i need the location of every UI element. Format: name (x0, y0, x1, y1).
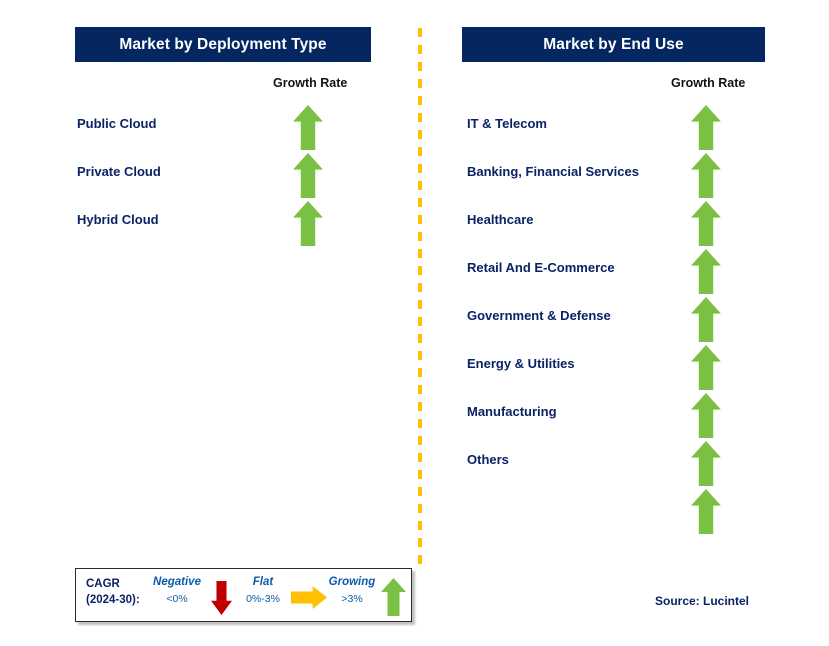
trend-indicator (691, 441, 721, 486)
row-label: Energy & Utilities (467, 356, 575, 371)
legend-negative-value: <0% (166, 593, 188, 605)
row-label: Manufacturing (467, 404, 557, 419)
arrow-up-icon (691, 201, 721, 246)
legend-flat-title: Flat (252, 576, 274, 588)
deployment-type-panel: Market by Deployment Type Growth Rate Pu… (0, 0, 410, 646)
trend-indicator (691, 249, 721, 294)
row-label: Banking, Financial Services (467, 164, 639, 179)
legend-entry-negative: Negative <0% (141, 573, 213, 607)
legend-growing-title: Growing (328, 576, 376, 588)
row-label: Healthcare (467, 212, 534, 227)
arrow-up-icon (691, 105, 721, 150)
legend-negative-title: Negative (153, 576, 201, 588)
trend-indicator (293, 105, 323, 150)
arrow-up-icon (691, 297, 721, 342)
row-label: Government & Defense (467, 308, 611, 323)
source-attribution: Source: Lucintel (655, 594, 750, 608)
trend-indicator (293, 201, 323, 246)
arrow-up-icon (691, 489, 721, 534)
arrow-up-icon (293, 201, 323, 246)
legend-flat-value: 0%-3% (246, 593, 280, 605)
row-label: Hybrid Cloud (77, 212, 159, 227)
end-use-panel: Market by End Use Growth Rate IT & Telec… (420, 0, 829, 646)
trend-indicator (691, 393, 721, 438)
legend-cagr-line1: CAGR (86, 578, 120, 590)
arrow-up-icon (691, 393, 721, 438)
arrow-up-icon (691, 249, 721, 294)
legend-entry-flat: Flat 0%-3% (227, 573, 299, 607)
legend-box: CAGR (2024-30): Negative <0% Flat 0%-3% … (75, 568, 412, 622)
legend-cagr-line2: (2024-30): (86, 594, 140, 606)
trend-indicator (691, 105, 721, 150)
row-label: IT & Telecom (467, 116, 547, 131)
row-label: Public Cloud (77, 116, 157, 131)
legend-entry-growing: Growing >3% (316, 573, 388, 607)
trend-indicator (691, 153, 721, 198)
end-use-row-list: IT & Telecom Banking, Financial Services H… (420, 0, 829, 646)
row-label: Private Cloud (77, 164, 161, 179)
row-label: Others (467, 452, 509, 467)
arrow-up-icon (691, 153, 721, 198)
row-label: Retail And E-Commerce (467, 260, 615, 275)
trend-indicator (691, 345, 721, 390)
legend-growing-value: >3% (341, 593, 363, 605)
deployment-type-row-list: Public Cloud Private Cloud Hybrid Cloud (0, 0, 410, 646)
trend-indicator (691, 489, 721, 534)
trend-indicator (691, 201, 721, 246)
arrow-up-icon (691, 441, 721, 486)
trend-indicator (691, 297, 721, 342)
legend-cagr-label: CAGR (2024-30): (86, 576, 140, 608)
arrow-up-icon (293, 153, 323, 198)
arrow-up-icon (691, 345, 721, 390)
trend-indicator (293, 153, 323, 198)
arrow-up-icon (293, 105, 323, 150)
